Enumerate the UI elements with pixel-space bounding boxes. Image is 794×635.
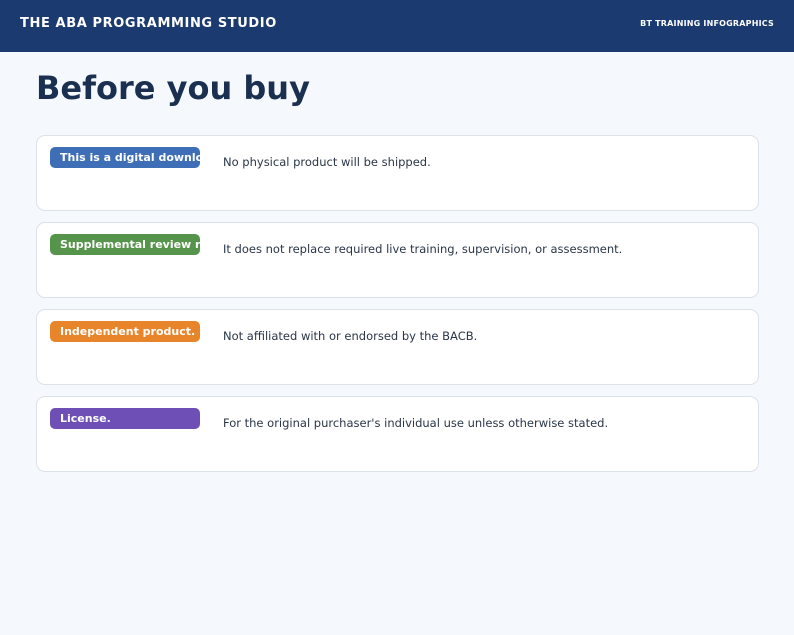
notice-text: For the original purchaser's individual … (223, 416, 609, 430)
notice-badge: This is a digital download. (50, 147, 200, 168)
top-header-bar: THE ABA PROGRAMMING STUDIO BT TRAINING I… (0, 0, 794, 52)
notice-card-digital-download: This is a digital download. No physical … (36, 135, 759, 211)
header-tagline: BT TRAINING INFOGRAPHICS (640, 18, 774, 28)
notice-text: It does not replace required live traini… (223, 242, 623, 256)
notice-list: This is a digital download. No physical … (36, 135, 759, 483)
brand-name: THE ABA PROGRAMMING STUDIO (20, 15, 277, 31)
notice-card-license: License. For the original purchaser's in… (36, 396, 759, 472)
notice-badge: Supplemental review resource. (50, 234, 200, 255)
notice-badge: Independent product. (50, 321, 200, 342)
notice-text: No physical product will be shipped. (223, 155, 431, 169)
notice-card-supplemental: Supplemental review resource. It does no… (36, 222, 759, 298)
notice-card-independent: Independent product. Not affiliated with… (36, 309, 759, 385)
notice-text: Not affiliated with or endorsed by the B… (223, 329, 478, 343)
notice-badge: License. (50, 408, 200, 429)
page-title: Before you buy (36, 69, 310, 107)
